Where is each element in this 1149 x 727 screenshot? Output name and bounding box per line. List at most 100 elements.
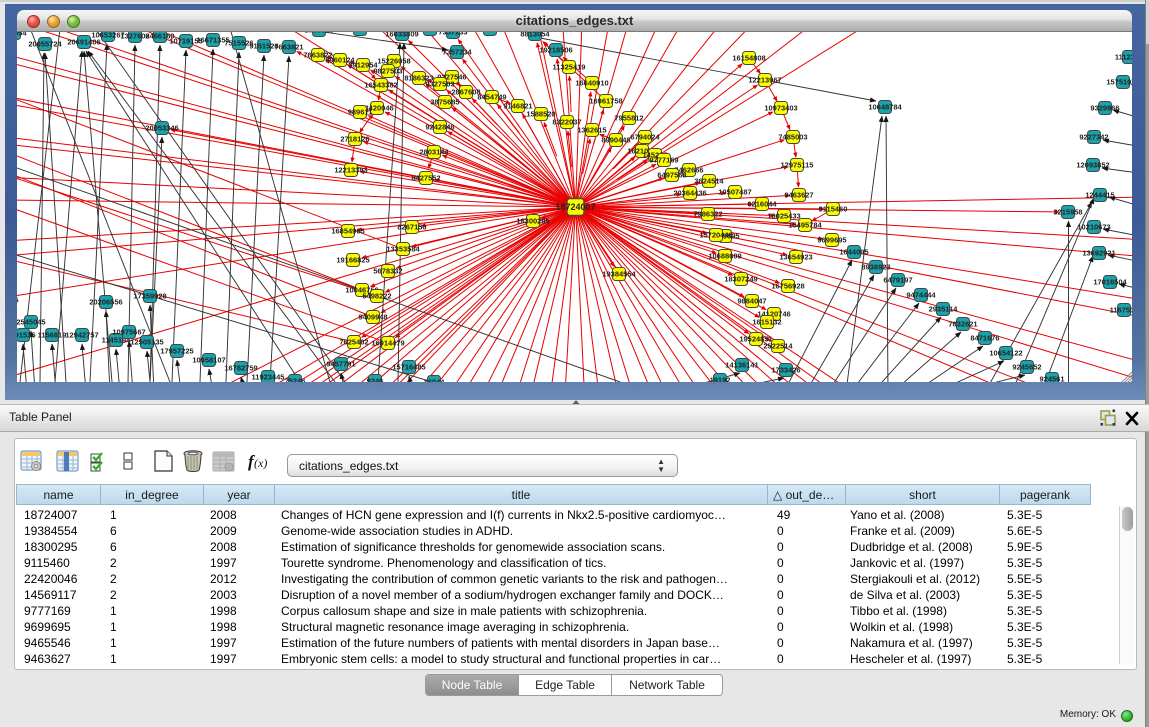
svg-text:2803144: 2803144 [419, 147, 449, 156]
svg-text:20053346: 20053346 [145, 123, 178, 132]
svg-text:8938923: 8938923 [861, 262, 890, 271]
svg-text:12213383: 12213383 [334, 165, 367, 174]
svg-text:7485003: 7485003 [778, 132, 807, 141]
svg-text:16543382: 16543382 [364, 80, 397, 89]
svg-text:10975667: 10975667 [112, 327, 145, 336]
svg-text:75246: 75246 [285, 376, 306, 382]
svg-text:7955812: 7955812 [614, 113, 643, 122]
svg-text:9327503: 9327503 [425, 79, 454, 88]
svg-text:15495784: 15495784 [788, 220, 822, 229]
svg-text:9409948: 9409948 [358, 312, 387, 321]
svg-text:15751074: 15751074 [1106, 77, 1132, 86]
svg-text:1588520: 1588520 [526, 109, 555, 118]
svg-text:10973403: 10973403 [764, 103, 797, 112]
svg-text:17016504: 17016504 [1093, 277, 1127, 286]
svg-text:5678332: 5678332 [373, 266, 402, 275]
svg-text:9474444: 9474444 [906, 290, 936, 299]
svg-text:11325419: 11325419 [553, 62, 586, 71]
svg-text:8267150: 8267150 [397, 222, 426, 231]
svg-text:1615132: 1615132 [752, 317, 781, 326]
svg-text:9699695: 9699695 [817, 235, 846, 244]
svg-text:7357234: 7357234 [442, 47, 472, 56]
svg-text:10025433: 10025433 [767, 211, 800, 220]
svg-text:519305: 519305 [17, 295, 19, 304]
svg-text:16033809: 16033809 [385, 31, 418, 38]
svg-text:16154808: 16154808 [732, 53, 765, 62]
svg-text:9242848: 9242848 [425, 122, 454, 131]
svg-text:6216044: 6216044 [747, 199, 777, 208]
svg-text:3875685: 3875685 [430, 97, 459, 106]
svg-text:18307249: 18307249 [724, 274, 757, 283]
svg-text:19384554: 19384554 [602, 269, 636, 278]
svg-text:16961758: 16961758 [589, 96, 622, 105]
svg-text:9227342: 9227342 [1079, 132, 1108, 141]
svg-text:7663821: 7663821 [274, 42, 303, 51]
svg-text:8990448: 8990448 [601, 135, 630, 144]
svg-text:7632621: 7632621 [948, 319, 977, 328]
svg-text:17957225: 17957225 [160, 346, 193, 355]
svg-text:989611: 989611 [348, 107, 373, 116]
svg-text:13654923: 13654923 [779, 252, 812, 261]
svg-text:16640910: 16640910 [575, 78, 608, 87]
svg-text:8813054: 8813054 [520, 31, 550, 38]
svg-text:18300295: 18300295 [516, 216, 549, 225]
svg-text:1733426: 1733426 [771, 365, 800, 374]
svg-text:10654122: 10654122 [989, 348, 1022, 357]
svg-text:12505135: 12505135 [130, 337, 163, 346]
svg-text:8427552: 8427552 [411, 173, 440, 182]
svg-text:9884047: 9884047 [737, 296, 766, 305]
svg-text:10210673: 10210673 [1077, 222, 1110, 231]
svg-text:10507487: 10507487 [718, 187, 751, 196]
svg-text:17359928: 17359928 [133, 291, 166, 300]
svg-text:7986322: 7986322 [693, 209, 722, 218]
svg-text:2935114: 2935114 [929, 304, 959, 313]
svg-text:10648784: 10648784 [868, 102, 902, 111]
svg-text:15716485: 15716485 [392, 362, 425, 371]
svg-text:9245652: 9245652 [1012, 362, 1041, 371]
svg-text:15720446: 15720446 [699, 230, 732, 239]
svg-text:2522514: 2522514 [763, 341, 793, 350]
svg-text:16044: 16044 [424, 377, 446, 382]
svg-text:9246: 9246 [367, 376, 384, 382]
svg-text:10688609: 10688609 [708, 251, 741, 260]
svg-text:1362615: 1362615 [577, 125, 606, 134]
svg-text:9463627: 9463627 [784, 190, 813, 199]
svg-text:12093852: 12093852 [1076, 160, 1109, 169]
svg-text:16854965: 16854965 [331, 226, 364, 235]
svg-text:20206556: 20206556 [89, 297, 122, 306]
svg-text:13692921: 13692921 [1082, 248, 1115, 257]
svg-text:1156819: 1156819 [38, 330, 67, 339]
svg-text:12942757: 12942757 [65, 330, 98, 339]
svg-text:12975115: 12975115 [781, 160, 814, 169]
svg-text:14136141: 14136141 [725, 360, 758, 369]
svg-text:16756928: 16756928 [771, 281, 804, 290]
svg-text:11923445: 11923445 [252, 372, 285, 381]
svg-text:9457791: 9457791 [326, 359, 355, 368]
svg-text:12213967: 12213967 [748, 75, 781, 84]
svg-text:1167534: 1167534 [1110, 305, 1132, 314]
svg-text:1112345: 1112345 [1115, 52, 1132, 61]
svg-text:20055724: 20055724 [28, 39, 62, 48]
svg-text:2867608: 2867608 [451, 87, 480, 96]
svg-text:18724007: 18724007 [555, 202, 595, 212]
svg-text:16914479: 16914479 [371, 338, 404, 347]
svg-text:991535: 991535 [17, 330, 36, 339]
svg-text:8471676: 8471676 [970, 333, 999, 342]
svg-text:2545045: 2545045 [17, 317, 46, 326]
svg-text:20364436: 20364436 [673, 188, 706, 197]
svg-text:10958107: 10958107 [192, 355, 225, 364]
svg-text:1644095: 1644095 [839, 247, 868, 256]
svg-text:6479197: 6479197 [883, 275, 912, 284]
svg-text:(x): (x) [254, 456, 267, 470]
svg-text:1244415: 1244415 [1085, 190, 1114, 199]
svg-text:9329966: 9329966 [1090, 103, 1119, 112]
svg-text:6497568: 6497568 [657, 170, 686, 179]
svg-text:19218506: 19218506 [539, 45, 572, 54]
svg-text:7625402: 7625402 [339, 337, 368, 346]
svg-text:15226058: 15226058 [377, 56, 410, 65]
svg-text:9115460: 9115460 [819, 204, 848, 213]
svg-text:2718126: 2718126 [340, 134, 369, 143]
svg-text:9827503: 9827503 [373, 66, 402, 75]
svg-text:16782759: 16782759 [224, 363, 257, 372]
svg-text:19166825: 19166825 [336, 255, 369, 264]
